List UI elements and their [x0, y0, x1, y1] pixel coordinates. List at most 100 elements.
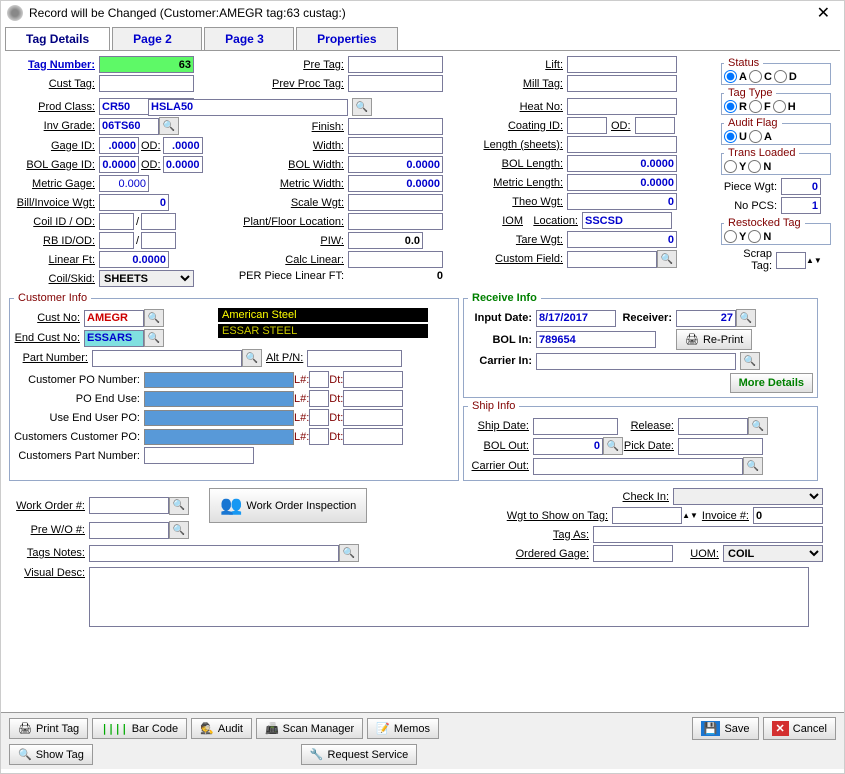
bill-wgt-input[interactable]	[99, 194, 169, 211]
use-end-l-input[interactable]	[309, 409, 329, 426]
cust-part-number-input[interactable]	[144, 447, 254, 464]
part-search-icon[interactable]: 🔍	[242, 349, 262, 367]
calc-linear-input[interactable]	[348, 251, 443, 268]
plant-floor-input[interactable]	[348, 213, 443, 230]
tag-type-radios[interactable]: RFH	[724, 100, 828, 113]
cust-po-input[interactable]	[144, 372, 294, 388]
lift-input[interactable]	[567, 56, 677, 73]
wgt-to-show-input[interactable]	[612, 507, 682, 524]
linear-ft-input[interactable]	[99, 251, 169, 268]
release-input[interactable]	[678, 418, 748, 435]
bol-out-search-icon[interactable]: 🔍	[603, 437, 623, 455]
save-button[interactable]: 💾Save	[692, 717, 759, 740]
end-cust-no-input[interactable]	[84, 330, 144, 347]
bol-out-input[interactable]	[533, 438, 603, 455]
carrier-in-search-icon[interactable]: 🔍	[740, 352, 760, 370]
width-input[interactable]	[348, 137, 443, 154]
gage-od-input[interactable]	[163, 137, 203, 154]
end-cust-search-icon[interactable]: 🔍	[144, 329, 164, 347]
audit-button[interactable]: 🕵Audit	[191, 718, 252, 739]
coil-id-input[interactable]	[99, 213, 134, 230]
piece-wgt-input[interactable]	[781, 178, 821, 195]
ccp-l-input[interactable]	[309, 428, 329, 445]
bol-length-input[interactable]	[567, 155, 677, 172]
gage-id-input[interactable]	[99, 137, 139, 154]
tab-properties[interactable]: Properties	[296, 27, 397, 50]
carrier-out-search-icon[interactable]: 🔍	[743, 457, 763, 475]
reprint-button[interactable]: 🖨Re-Print	[676, 329, 752, 350]
prod-class-search-icon[interactable]: 🔍	[352, 98, 372, 116]
part-number-input[interactable]	[92, 350, 242, 367]
bol-in-input[interactable]	[536, 331, 656, 348]
print-tag-button[interactable]: 🖨Print Tag	[9, 718, 88, 739]
custom-field-search-icon[interactable]: 🔍	[657, 250, 677, 268]
bol-width-input[interactable]	[348, 156, 443, 173]
cust-po-d-input[interactable]	[343, 371, 403, 388]
bol-gage-od-input[interactable]	[163, 156, 203, 173]
prev-proc-tag-input[interactable]	[348, 75, 443, 92]
tags-notes-input[interactable]	[89, 545, 339, 562]
cancel-button[interactable]: ✕Cancel	[763, 717, 836, 740]
ship-date-input[interactable]	[533, 418, 618, 435]
bol-gage-id-input[interactable]	[99, 156, 139, 173]
po-end-d-input[interactable]	[343, 390, 403, 407]
po-end-l-input[interactable]	[309, 390, 329, 407]
memos-button[interactable]: 📝Memos	[367, 718, 439, 739]
bar-code-button[interactable]: ||||Bar Code	[92, 718, 187, 739]
tab-tag-details[interactable]: Tag Details	[5, 27, 110, 50]
inv-grade-search-icon[interactable]: 🔍	[159, 117, 179, 135]
scale-wgt-input[interactable]	[348, 194, 443, 211]
work-order-input[interactable]	[89, 497, 169, 514]
more-details-button[interactable]: More Details	[730, 373, 813, 393]
check-in-select[interactable]	[673, 488, 823, 505]
audit-flag-radios[interactable]: UA	[724, 130, 828, 143]
coating-id-input[interactable]	[567, 117, 607, 134]
rb-id-input[interactable]	[99, 232, 134, 249]
status-radios[interactable]: ACD	[724, 70, 828, 83]
custom-field-input[interactable]	[567, 251, 657, 268]
length-sheets-input[interactable]	[567, 136, 677, 153]
cust-tag-input[interactable]	[99, 75, 194, 92]
input-date-input[interactable]	[536, 310, 616, 327]
pre-wo-search-icon[interactable]: 🔍	[169, 521, 189, 539]
coil-skid-select[interactable]: SHEETS	[99, 270, 194, 287]
tare-wgt-input[interactable]	[567, 231, 677, 248]
no-pcs-input[interactable]	[781, 197, 821, 214]
notes-search-icon[interactable]: 🔍	[339, 544, 359, 562]
tag-as-input[interactable]	[593, 526, 823, 543]
inv-grade-input[interactable]	[99, 118, 159, 135]
invoice-no-input[interactable]	[753, 507, 823, 524]
prod-class-2-input[interactable]	[148, 99, 348, 116]
visual-desc-input[interactable]	[89, 567, 809, 627]
close-icon[interactable]: ✕	[809, 3, 838, 23]
tab-page-3[interactable]: Page 3	[204, 27, 294, 50]
mill-tag-input[interactable]	[567, 75, 677, 92]
release-search-icon[interactable]: 🔍	[748, 417, 768, 435]
pick-date-input[interactable]	[678, 438, 763, 455]
piw-input[interactable]	[348, 232, 423, 249]
carrier-in-input[interactable]	[536, 353, 736, 370]
restocked-radios[interactable]: YN	[724, 230, 828, 243]
receiver-input[interactable]	[676, 310, 736, 327]
wo-inspection-button[interactable]: 👥Work Order Inspection	[209, 488, 367, 523]
metric-width-input[interactable]	[348, 175, 443, 192]
tab-page-2[interactable]: Page 2	[112, 27, 202, 50]
cust-customer-po-input[interactable]	[144, 429, 294, 445]
scrap-tag-input[interactable]	[776, 252, 806, 269]
ordered-gage-input[interactable]	[593, 545, 673, 562]
rb-od-input[interactable]	[141, 232, 176, 249]
use-end-d-input[interactable]	[343, 409, 403, 426]
uom-select[interactable]: COIL	[723, 545, 823, 562]
alt-pn-input[interactable]	[307, 350, 402, 367]
coating-od-input[interactable]	[635, 117, 675, 134]
po-end-use-input[interactable]	[144, 391, 294, 407]
pre-wo-input[interactable]	[89, 522, 169, 539]
carrier-out-input[interactable]	[533, 458, 743, 475]
cust-no-input[interactable]	[84, 310, 144, 327]
coil-od-input[interactable]	[141, 213, 176, 230]
metric-length-input[interactable]	[567, 174, 677, 191]
request-service-button[interactable]: 🔧Request Service	[301, 744, 417, 765]
heat-no-input[interactable]	[567, 98, 677, 115]
use-end-user-po-input[interactable]	[144, 410, 294, 426]
finish-input[interactable]	[348, 118, 443, 135]
